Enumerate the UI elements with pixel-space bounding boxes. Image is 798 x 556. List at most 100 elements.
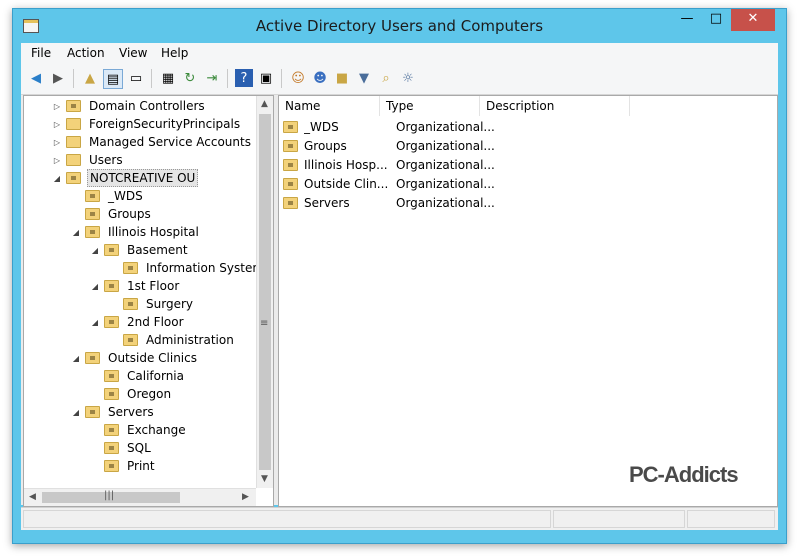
- tree-item[interactable]: ▷ Managed Service Accounts: [52, 133, 253, 151]
- expander-icon[interactable]: ▷: [52, 156, 62, 165]
- menu-view[interactable]: View: [119, 46, 147, 60]
- title-bar[interactable]: Active Directory Users and Computers — □…: [13, 9, 786, 43]
- show-hide-tree-icon[interactable]: ▤: [103, 69, 123, 89]
- tree-item[interactable]: ▷ Domain Controllers: [52, 97, 207, 115]
- tree-item-label: Outside Clinics: [108, 351, 197, 365]
- folder-icon: [66, 118, 81, 130]
- expander-icon[interactable]: ◢: [71, 354, 81, 363]
- folder-icon: [66, 154, 81, 166]
- expander-icon[interactable]: ◢: [52, 174, 62, 183]
- tree-item-label: Users: [89, 153, 123, 167]
- scroll-down-icon[interactable]: ▼: [261, 474, 268, 484]
- column-header-name[interactable]: Name: [279, 96, 380, 116]
- new-group-icon[interactable]: ☻: [311, 69, 329, 87]
- expander-icon[interactable]: ◢: [90, 318, 100, 327]
- expander-icon[interactable]: ▷: [52, 120, 62, 129]
- tree-horizontal-scrollbar[interactable]: ◀ ||| ▶: [24, 488, 256, 506]
- ou-folder-icon: [85, 406, 100, 418]
- status-bar: [21, 507, 778, 530]
- tree-item[interactable]: Oregon: [90, 385, 173, 403]
- tree-item[interactable]: ▷ ForeignSecurityPrincipals: [52, 115, 242, 133]
- menu-file[interactable]: File: [31, 46, 51, 60]
- column-header-description[interactable]: Description: [480, 96, 630, 116]
- tree-item-label: Information Systems: [146, 261, 271, 275]
- tree-vertical-scrollbar[interactable]: ▲ ≡ ▼: [256, 96, 273, 488]
- expander-icon[interactable]: ◢: [90, 246, 100, 255]
- export-list-icon[interactable]: ⇥: [203, 69, 221, 87]
- tree-item[interactable]: SQL: [90, 439, 153, 457]
- filter-icon[interactable]: ▼: [355, 69, 373, 87]
- tree-item-label: Illinois Hospital: [108, 225, 199, 239]
- tree-item[interactable]: ◢ Illinois Hospital: [71, 223, 201, 241]
- expander-icon[interactable]: ◢: [90, 282, 100, 291]
- list-item[interactable]: _WDS Organizational...: [283, 117, 496, 136]
- minimize-button[interactable]: —: [673, 9, 701, 31]
- tree-item-label: Servers: [108, 405, 154, 419]
- tree-item-label: Print: [127, 459, 155, 473]
- help-icon[interactable]: ?: [235, 69, 253, 87]
- add-to-group-icon[interactable]: ☼: [399, 69, 417, 87]
- ou-folder-icon: [283, 139, 298, 152]
- tree-item[interactable]: Surgery: [109, 295, 195, 313]
- tree-item[interactable]: California: [90, 367, 186, 385]
- list-item-type: Organizational...: [396, 157, 495, 172]
- tree-item-label: Basement: [127, 243, 188, 257]
- scroll-up-icon[interactable]: ▲: [261, 99, 268, 109]
- up-folder-icon[interactable]: ▲: [81, 69, 99, 87]
- list-item[interactable]: Outside Clin... Organizational...: [283, 174, 496, 193]
- close-button[interactable]: ✕: [731, 9, 775, 31]
- tree-item[interactable]: Administration: [109, 331, 236, 349]
- ou-folder-icon: [85, 226, 100, 238]
- scroll-left-icon[interactable]: ◀: [29, 492, 36, 502]
- tree-item[interactable]: ◢ 1st Floor: [90, 277, 181, 295]
- refresh-icon[interactable]: ↻: [181, 69, 199, 87]
- properties-icon[interactable]: ▦: [159, 69, 177, 87]
- list-item[interactable]: Groups Organizational...: [283, 136, 496, 155]
- expander-icon[interactable]: ▷: [52, 102, 62, 111]
- forward-icon[interactable]: ▶: [49, 69, 67, 87]
- tree-item-label: Surgery: [146, 297, 193, 311]
- details-list: Name Type Description _WDS Organizational…: [278, 95, 778, 507]
- find-icon[interactable]: ⌕: [377, 69, 395, 87]
- list-item-type: Organizational...: [396, 195, 495, 210]
- new-ou-icon[interactable]: ■: [333, 69, 351, 87]
- clipboard-icon[interactable]: ▭: [127, 69, 145, 87]
- column-header-type[interactable]: Type: [380, 96, 480, 116]
- tree-item[interactable]: Exchange: [90, 421, 188, 439]
- tree-item[interactable]: _WDS: [71, 187, 145, 205]
- expander-icon[interactable]: ◢: [71, 228, 81, 237]
- list-item[interactable]: Illinois Hosp... Organizational...: [283, 155, 496, 174]
- tree-item-label: Administration: [146, 333, 234, 347]
- status-segment: [23, 510, 551, 528]
- expander-icon[interactable]: ◢: [71, 408, 81, 417]
- ou-folder-icon: [85, 352, 100, 364]
- menu-action[interactable]: Action: [67, 46, 105, 60]
- expander-icon[interactable]: ▷: [52, 138, 62, 147]
- ou-folder-icon: [104, 244, 119, 256]
- toolbar: ◀ ▶ ▲ ▤ ▭ ▦ ↻ ⇥ ? ▣ ☺ ☻ ■ ▼ ⌕ ☼: [21, 63, 778, 95]
- tree-item-label: California: [127, 369, 184, 383]
- new-user-icon[interactable]: ☺: [289, 69, 307, 87]
- ou-folder-icon: [123, 298, 138, 310]
- maximize-button[interactable]: □: [702, 9, 730, 31]
- ou-folder-icon: [66, 100, 81, 112]
- list-item-type: Organizational...: [396, 176, 495, 191]
- ou-folder-icon: [283, 196, 298, 209]
- scroll-thumb[interactable]: [259, 114, 271, 470]
- tree-item[interactable]: Information Systems: [109, 259, 272, 277]
- list-item[interactable]: Servers Organizational...: [283, 193, 496, 212]
- back-icon[interactable]: ◀: [27, 69, 45, 87]
- ou-folder-icon: [283, 120, 298, 133]
- tree-item[interactable]: ◢ Basement: [90, 241, 190, 259]
- tree-item[interactable]: ◢ NOTCREATIVE OU: [52, 169, 199, 187]
- show-action-pane-icon[interactable]: ▣: [257, 69, 275, 87]
- tree-item[interactable]: Print: [90, 457, 157, 475]
- tree-item-label: NOTCREATIVE OU: [87, 169, 199, 187]
- menu-help[interactable]: Help: [161, 46, 188, 60]
- tree-item[interactable]: ▷ Users: [52, 151, 125, 169]
- tree-item[interactable]: ◢ Servers: [71, 403, 156, 421]
- tree-item[interactable]: Groups: [71, 205, 153, 223]
- tree-item[interactable]: ◢ 2nd Floor: [90, 313, 186, 331]
- scroll-right-icon[interactable]: ▶: [242, 492, 249, 502]
- tree-item[interactable]: ◢ Outside Clinics: [71, 349, 199, 367]
